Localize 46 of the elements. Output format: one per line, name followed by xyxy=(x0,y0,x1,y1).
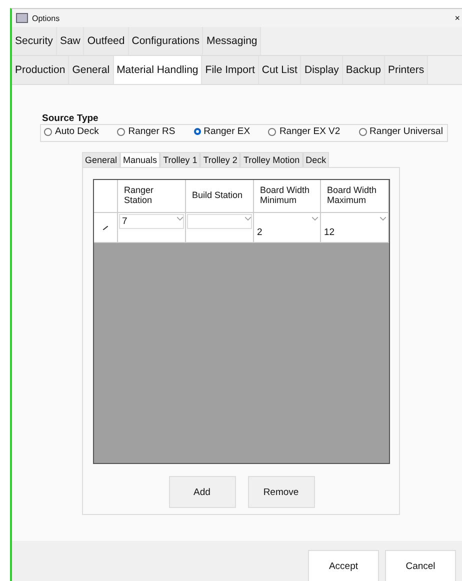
dialog-button[interactable]: Cancel xyxy=(385,550,456,581)
tab[interactable]: Saw xyxy=(56,27,84,55)
radio-option[interactable]: Auto Deck xyxy=(44,126,99,137)
tab[interactable]: Trolley 1 xyxy=(160,152,200,167)
tab[interactable]: Material Handling xyxy=(114,56,202,84)
tab[interactable]: Trolley Motion xyxy=(240,152,303,167)
tab[interactable]: Trolley 2 xyxy=(200,152,240,167)
tab[interactable]: Cut List xyxy=(258,56,302,84)
table-button[interactable]: Add xyxy=(168,476,236,508)
table-cell: 2 xyxy=(257,227,262,238)
close-button[interactable]: × xyxy=(454,13,462,23)
dropdown-caret-icon[interactable] xyxy=(177,217,183,221)
tab[interactable]: Production xyxy=(12,56,70,84)
tab[interactable]: File Import xyxy=(202,56,259,84)
tab[interactable]: Messaging xyxy=(203,27,262,55)
tab[interactable]: Configurations xyxy=(128,27,204,55)
radio-button[interactable] xyxy=(358,128,367,136)
table-cell: 12 xyxy=(324,227,335,238)
radio-option[interactable]: Ranger EX xyxy=(194,126,250,137)
dropdown-field[interactable]: 7 xyxy=(119,214,184,229)
app-icon xyxy=(16,13,28,23)
window-title: Options xyxy=(32,14,61,22)
radio-button[interactable] xyxy=(44,128,52,136)
radio-option[interactable]: Ranger RS xyxy=(117,126,176,137)
tab[interactable]: Display xyxy=(301,56,343,84)
tab[interactable]: Outfeed xyxy=(84,27,129,55)
pencil-icon xyxy=(103,226,108,230)
radio-option[interactable]: Ranger Universal xyxy=(358,126,443,137)
tab[interactable]: Security xyxy=(12,27,57,55)
dropdown-caret-icon[interactable] xyxy=(312,217,318,221)
radio-button[interactable] xyxy=(117,128,126,136)
tab[interactable]: Deck xyxy=(302,152,330,167)
radio-button[interactable] xyxy=(268,128,276,136)
dialog-button[interactable]: Accept xyxy=(308,550,379,581)
radio-option[interactable]: Ranger EX V2 xyxy=(268,126,340,137)
dropdown-caret-icon[interactable] xyxy=(380,217,386,221)
tab[interactable]: General xyxy=(69,56,114,84)
tab[interactable]: Manuals xyxy=(120,152,160,167)
dropdown-field[interactable] xyxy=(187,214,252,229)
table-button[interactable]: Remove xyxy=(248,476,314,508)
dropdown-caret-icon[interactable] xyxy=(245,217,251,221)
tab[interactable]: General xyxy=(82,152,120,167)
tab[interactable]: Printers xyxy=(384,56,428,84)
group-title: Source Type xyxy=(42,113,100,124)
tab[interactable]: Backup xyxy=(342,56,385,84)
radio-button[interactable] xyxy=(194,128,201,135)
